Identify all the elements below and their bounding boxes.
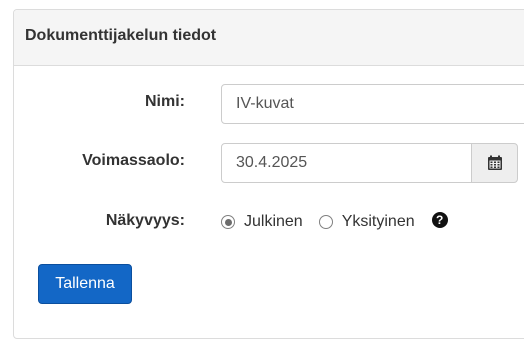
radio-public-label[interactable]: Julkinen xyxy=(244,213,303,231)
visibility-label-wrap: Näkyvyys: xyxy=(20,212,185,232)
question-circle-icon[interactable]: ? xyxy=(431,212,448,228)
visibility-label: Näkyvyys: xyxy=(105,212,185,229)
validity-label: Voimassaolo: xyxy=(82,152,185,169)
calendar-button[interactable] xyxy=(471,143,518,183)
panel-title: Dokumenttijakelun tiedot xyxy=(25,27,217,44)
validity-label-wrap: Voimassaolo: xyxy=(20,152,185,172)
radio-selected-dot xyxy=(224,218,232,226)
name-label: Nimi: xyxy=(145,93,185,110)
save-button[interactable]: Tallenna xyxy=(38,264,132,304)
radio-public[interactable] xyxy=(221,215,235,229)
radio-private[interactable] xyxy=(318,215,333,229)
panel-header: Dokumenttijakelun tiedot xyxy=(14,10,524,66)
visibility-radio-group: Julkinen Yksityinen ? xyxy=(221,211,448,233)
calendar-icon xyxy=(487,155,502,170)
radio-private-label[interactable]: Yksityinen xyxy=(342,213,415,231)
name-label-wrap: Nimi: xyxy=(20,93,185,113)
validity-date-input[interactable] xyxy=(221,143,472,183)
name-input[interactable] xyxy=(221,84,524,124)
